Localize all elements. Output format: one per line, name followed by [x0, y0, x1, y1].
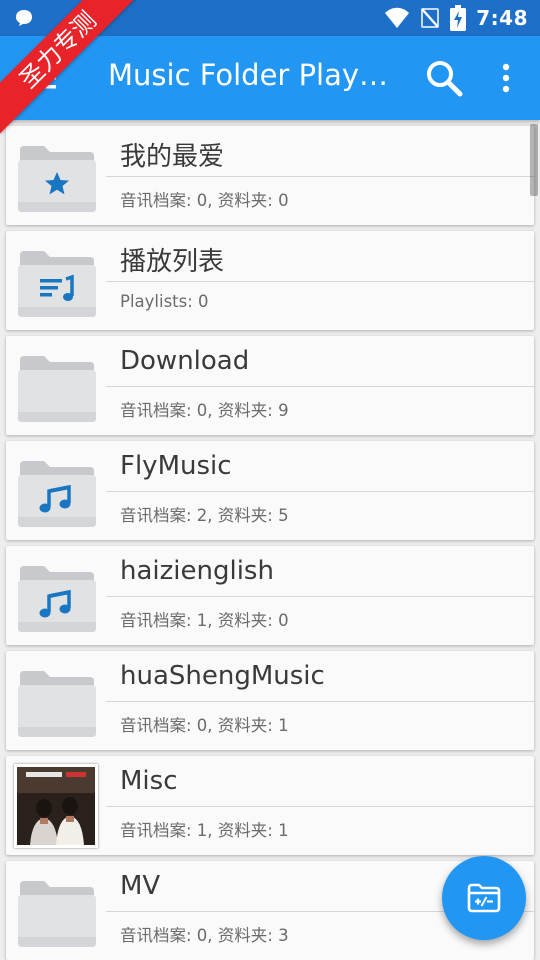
status-icons: 7:48: [384, 0, 528, 36]
search-icon[interactable]: [424, 58, 464, 98]
scrollbar-thumb[interactable]: [530, 124, 538, 196]
divider: [106, 701, 534, 702]
status-time: 7:48: [476, 6, 528, 30]
status-bar: 7:48: [0, 0, 540, 36]
folder-name: haizienglish: [120, 556, 274, 586]
notification-bubble-icon: [16, 10, 32, 26]
folder-info: 音讯档案: 0, 资料夹: 0: [120, 191, 289, 210]
add-folder-fab[interactable]: [442, 856, 526, 940]
folder-name: 我的最爱: [120, 142, 225, 172]
app-title: Music Folder Player Free: [108, 58, 400, 92]
folder-item-flymusic[interactable]: FlyMusic 音讯档案: 2, 资料夹: 5: [6, 441, 534, 540]
divider: [106, 806, 534, 807]
folder-icon: [18, 671, 96, 737]
divider: [106, 596, 534, 597]
divider: [106, 491, 534, 492]
folder-item-download[interactable]: Download 音讯档案: 0, 资料夹: 9: [6, 336, 534, 435]
divider: [106, 386, 534, 387]
folder-item-favorites[interactable]: 我的最爱 音讯档案: 0, 资料夹: 0: [6, 126, 534, 225]
folder-list[interactable]: 我的最爱 音讯档案: 0, 资料夹: 0 播放列表 Playlists: 0 D…: [0, 120, 540, 960]
folder-name: 播放列表: [120, 247, 225, 277]
folder-name: FlyMusic: [120, 451, 232, 481]
folder-info: 音讯档案: 0, 资料夹: 9: [120, 401, 289, 420]
divider: [106, 176, 534, 177]
album-art-thumbnail: [14, 764, 98, 848]
folder-icon: [18, 356, 96, 422]
folder-name: Misc: [120, 766, 178, 796]
folder-info: 音讯档案: 0, 资料夹: 3: [120, 926, 289, 945]
wifi-icon: [385, 7, 410, 28]
folder-music-icon: [18, 566, 96, 632]
folder-info: 音讯档案: 1, 资料夹: 1: [120, 821, 289, 840]
divider: [106, 281, 534, 282]
folder-info: Playlists: 0: [120, 292, 209, 311]
app-bar: Music Folder Player Free: [0, 36, 540, 120]
folder-item-huashengmusic[interactable]: huaShengMusic 音讯档案: 0, 资料夹: 1: [6, 651, 534, 750]
folder-name: MV: [120, 871, 161, 901]
no-signal-icon: [421, 8, 440, 28]
folder-music-icon: [18, 461, 96, 527]
folder-item-playlists[interactable]: 播放列表 Playlists: 0: [6, 231, 534, 330]
folder-playlist-icon: [18, 251, 96, 317]
folder-add-remove-icon: [467, 883, 501, 913]
folder-star-icon: [18, 146, 96, 212]
folder-info: 音讯档案: 2, 资料夹: 5: [120, 506, 289, 525]
folder-info: 音讯档案: 0, 资料夹: 1: [120, 716, 289, 735]
menu-icon[interactable]: [26, 64, 58, 92]
folder-icon: [18, 881, 96, 947]
screen: 7:48 Music Folder Player Free 圣力专测: [0, 0, 540, 960]
folder-name: Download: [120, 346, 250, 376]
folder-info: 音讯档案: 1, 资料夹: 0: [120, 611, 289, 630]
folder-item-misc[interactable]: Misc 音讯档案: 1, 资料夹: 1: [6, 756, 534, 855]
folder-name: huaShengMusic: [120, 661, 325, 691]
battery-charging-icon: [450, 5, 467, 31]
folder-item-haizienglish[interactable]: haizienglish 音讯档案: 1, 资料夹: 0: [6, 546, 534, 645]
more-vert-icon[interactable]: [494, 62, 518, 94]
